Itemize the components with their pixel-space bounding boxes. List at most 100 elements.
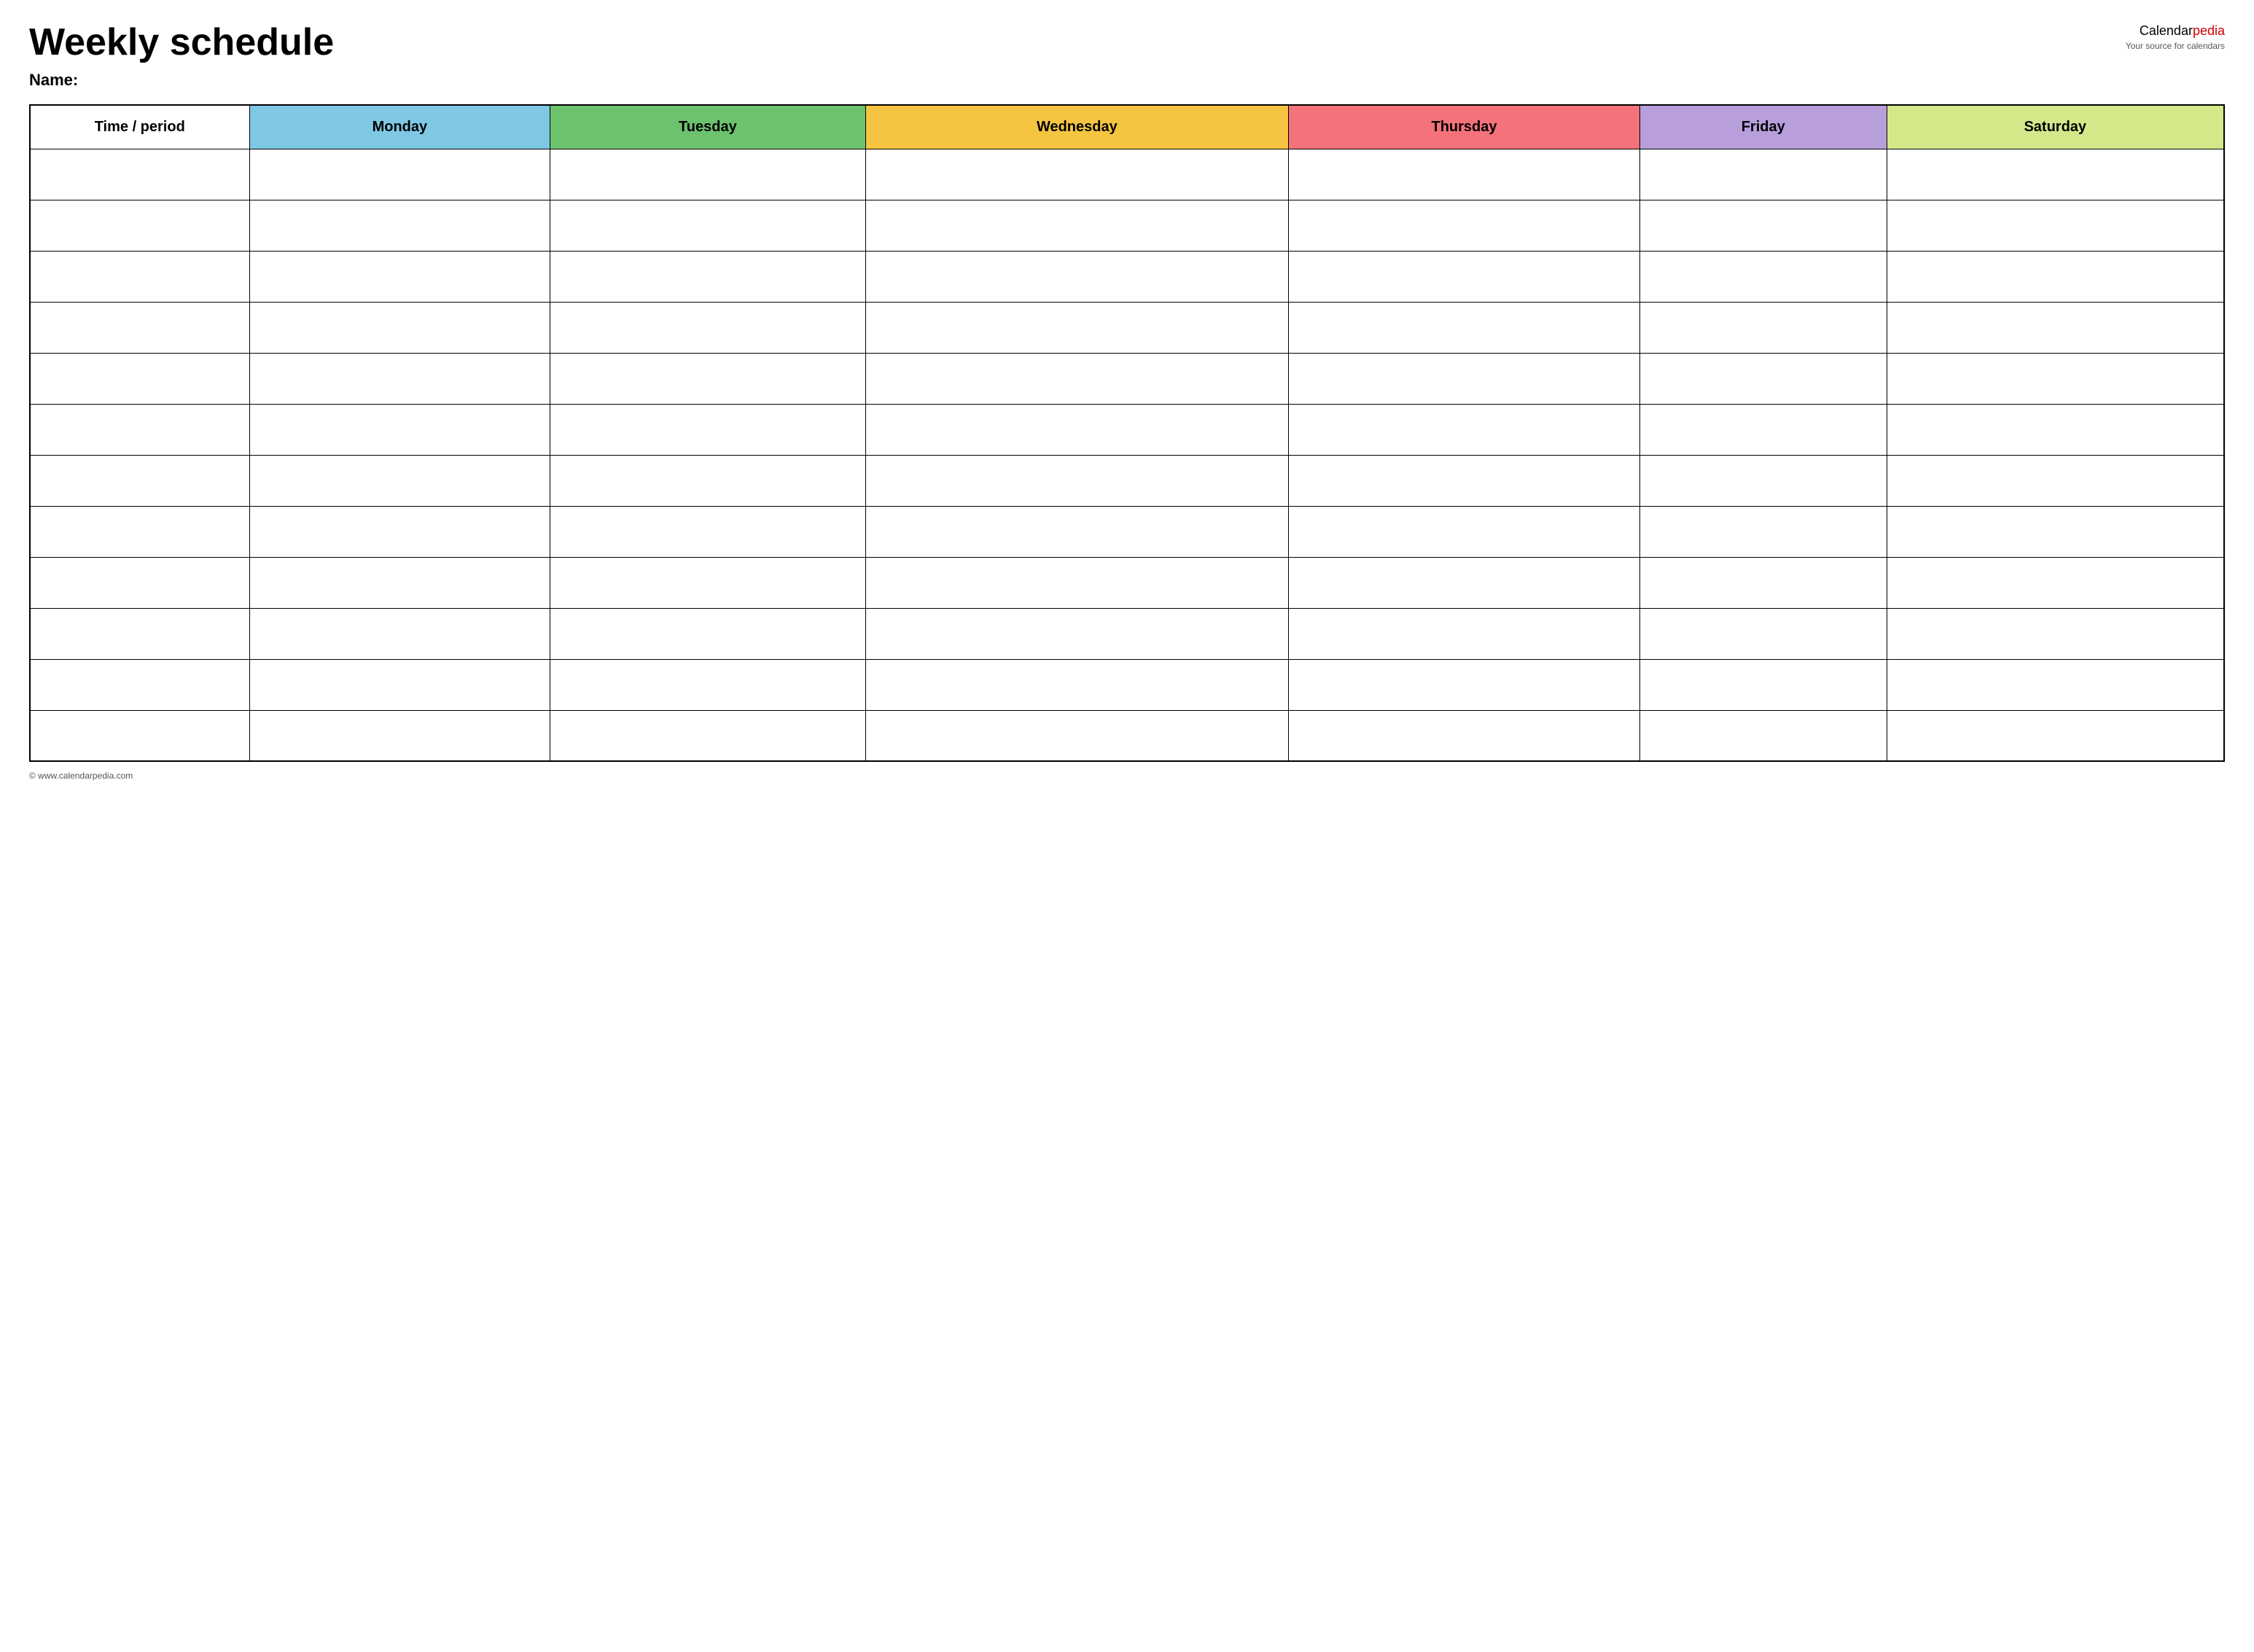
table-cell-friday-9[interactable] [1639,608,1887,659]
table-cell-saturday-0[interactable] [1887,149,2224,200]
table-cell-thursday-7[interactable] [1289,506,1640,557]
table-cell-thursday-10[interactable] [1289,659,1640,710]
table-cell-tuesday-3[interactable] [550,302,865,353]
table-row [30,149,2224,200]
table-cell-wednesday-7[interactable] [865,506,1289,557]
table-cell-thursday-6[interactable] [1289,455,1640,506]
name-label: Name: [29,71,2225,90]
table-cell-saturday-3[interactable] [1887,302,2224,353]
table-cell-monday-1[interactable] [249,200,550,251]
table-cell-thursday-2[interactable] [1289,251,1640,302]
table-row [30,659,2224,710]
table-cell-friday-5[interactable] [1639,404,1887,455]
table-cell-time-5[interactable] [30,404,249,455]
table-cell-saturday-11[interactable] [1887,710,2224,761]
table-cell-wednesday-11[interactable] [865,710,1289,761]
table-cell-wednesday-6[interactable] [865,455,1289,506]
table-cell-friday-4[interactable] [1639,353,1887,404]
table-cell-friday-8[interactable] [1639,557,1887,608]
table-cell-wednesday-9[interactable] [865,608,1289,659]
table-cell-wednesday-3[interactable] [865,302,1289,353]
table-cell-time-2[interactable] [30,251,249,302]
table-cell-friday-1[interactable] [1639,200,1887,251]
table-cell-monday-7[interactable] [249,506,550,557]
page-title: Weekly schedule [29,22,334,63]
table-cell-wednesday-0[interactable] [865,149,1289,200]
table-cell-time-1[interactable] [30,200,249,251]
table-cell-time-4[interactable] [30,353,249,404]
table-cell-tuesday-7[interactable] [550,506,865,557]
table-cell-wednesday-1[interactable] [865,200,1289,251]
table-row [30,302,2224,353]
table-row [30,455,2224,506]
table-cell-monday-11[interactable] [249,710,550,761]
table-cell-friday-3[interactable] [1639,302,1887,353]
table-cell-monday-8[interactable] [249,557,550,608]
table-cell-wednesday-5[interactable] [865,404,1289,455]
table-cell-tuesday-6[interactable] [550,455,865,506]
table-cell-thursday-4[interactable] [1289,353,1640,404]
table-cell-tuesday-10[interactable] [550,659,865,710]
table-cell-saturday-9[interactable] [1887,608,2224,659]
table-row [30,506,2224,557]
table-cell-thursday-3[interactable] [1289,302,1640,353]
table-cell-saturday-8[interactable] [1887,557,2224,608]
table-cell-time-0[interactable] [30,149,249,200]
header-cell-saturday: Saturday [1887,105,2224,149]
table-cell-thursday-0[interactable] [1289,149,1640,200]
table-cell-tuesday-2[interactable] [550,251,865,302]
header-cell-wednesday: Wednesday [865,105,1289,149]
table-cell-wednesday-4[interactable] [865,353,1289,404]
table-cell-time-7[interactable] [30,506,249,557]
table-cell-thursday-9[interactable] [1289,608,1640,659]
table-cell-time-9[interactable] [30,608,249,659]
table-cell-saturday-5[interactable] [1887,404,2224,455]
table-row [30,404,2224,455]
table-cell-tuesday-11[interactable] [550,710,865,761]
table-cell-time-3[interactable] [30,302,249,353]
table-cell-friday-11[interactable] [1639,710,1887,761]
table-cell-wednesday-2[interactable] [865,251,1289,302]
table-cell-monday-2[interactable] [249,251,550,302]
table-cell-monday-10[interactable] [249,659,550,710]
table-cell-saturday-4[interactable] [1887,353,2224,404]
table-cell-tuesday-4[interactable] [550,353,865,404]
table-cell-thursday-8[interactable] [1289,557,1640,608]
table-cell-time-6[interactable] [30,455,249,506]
table-cell-tuesday-1[interactable] [550,200,865,251]
table-cell-tuesday-0[interactable] [550,149,865,200]
table-row [30,200,2224,251]
table-cell-monday-4[interactable] [249,353,550,404]
table-cell-monday-3[interactable] [249,302,550,353]
table-cell-saturday-7[interactable] [1887,506,2224,557]
table-cell-saturday-10[interactable] [1887,659,2224,710]
table-cell-saturday-1[interactable] [1887,200,2224,251]
table-cell-saturday-6[interactable] [1887,455,2224,506]
table-cell-thursday-11[interactable] [1289,710,1640,761]
table-row [30,710,2224,761]
table-cell-friday-10[interactable] [1639,659,1887,710]
table-cell-tuesday-8[interactable] [550,557,865,608]
table-cell-wednesday-8[interactable] [865,557,1289,608]
table-cell-monday-0[interactable] [249,149,550,200]
logo-text: Calendarpedia [2126,22,2225,40]
table-cell-time-10[interactable] [30,659,249,710]
table-cell-monday-9[interactable] [249,608,550,659]
table-cell-thursday-1[interactable] [1289,200,1640,251]
table-cell-time-8[interactable] [30,557,249,608]
table-cell-tuesday-5[interactable] [550,404,865,455]
table-row [30,557,2224,608]
table-cell-saturday-2[interactable] [1887,251,2224,302]
table-cell-friday-7[interactable] [1639,506,1887,557]
table-cell-friday-6[interactable] [1639,455,1887,506]
table-cell-monday-5[interactable] [249,404,550,455]
table-cell-monday-6[interactable] [249,455,550,506]
table-cell-friday-2[interactable] [1639,251,1887,302]
header-cell-thursday: Thursday [1289,105,1640,149]
table-cell-time-11[interactable] [30,710,249,761]
table-cell-thursday-5[interactable] [1289,404,1640,455]
table-cell-wednesday-10[interactable] [865,659,1289,710]
table-cell-tuesday-9[interactable] [550,608,865,659]
table-cell-friday-0[interactable] [1639,149,1887,200]
table-row [30,251,2224,302]
